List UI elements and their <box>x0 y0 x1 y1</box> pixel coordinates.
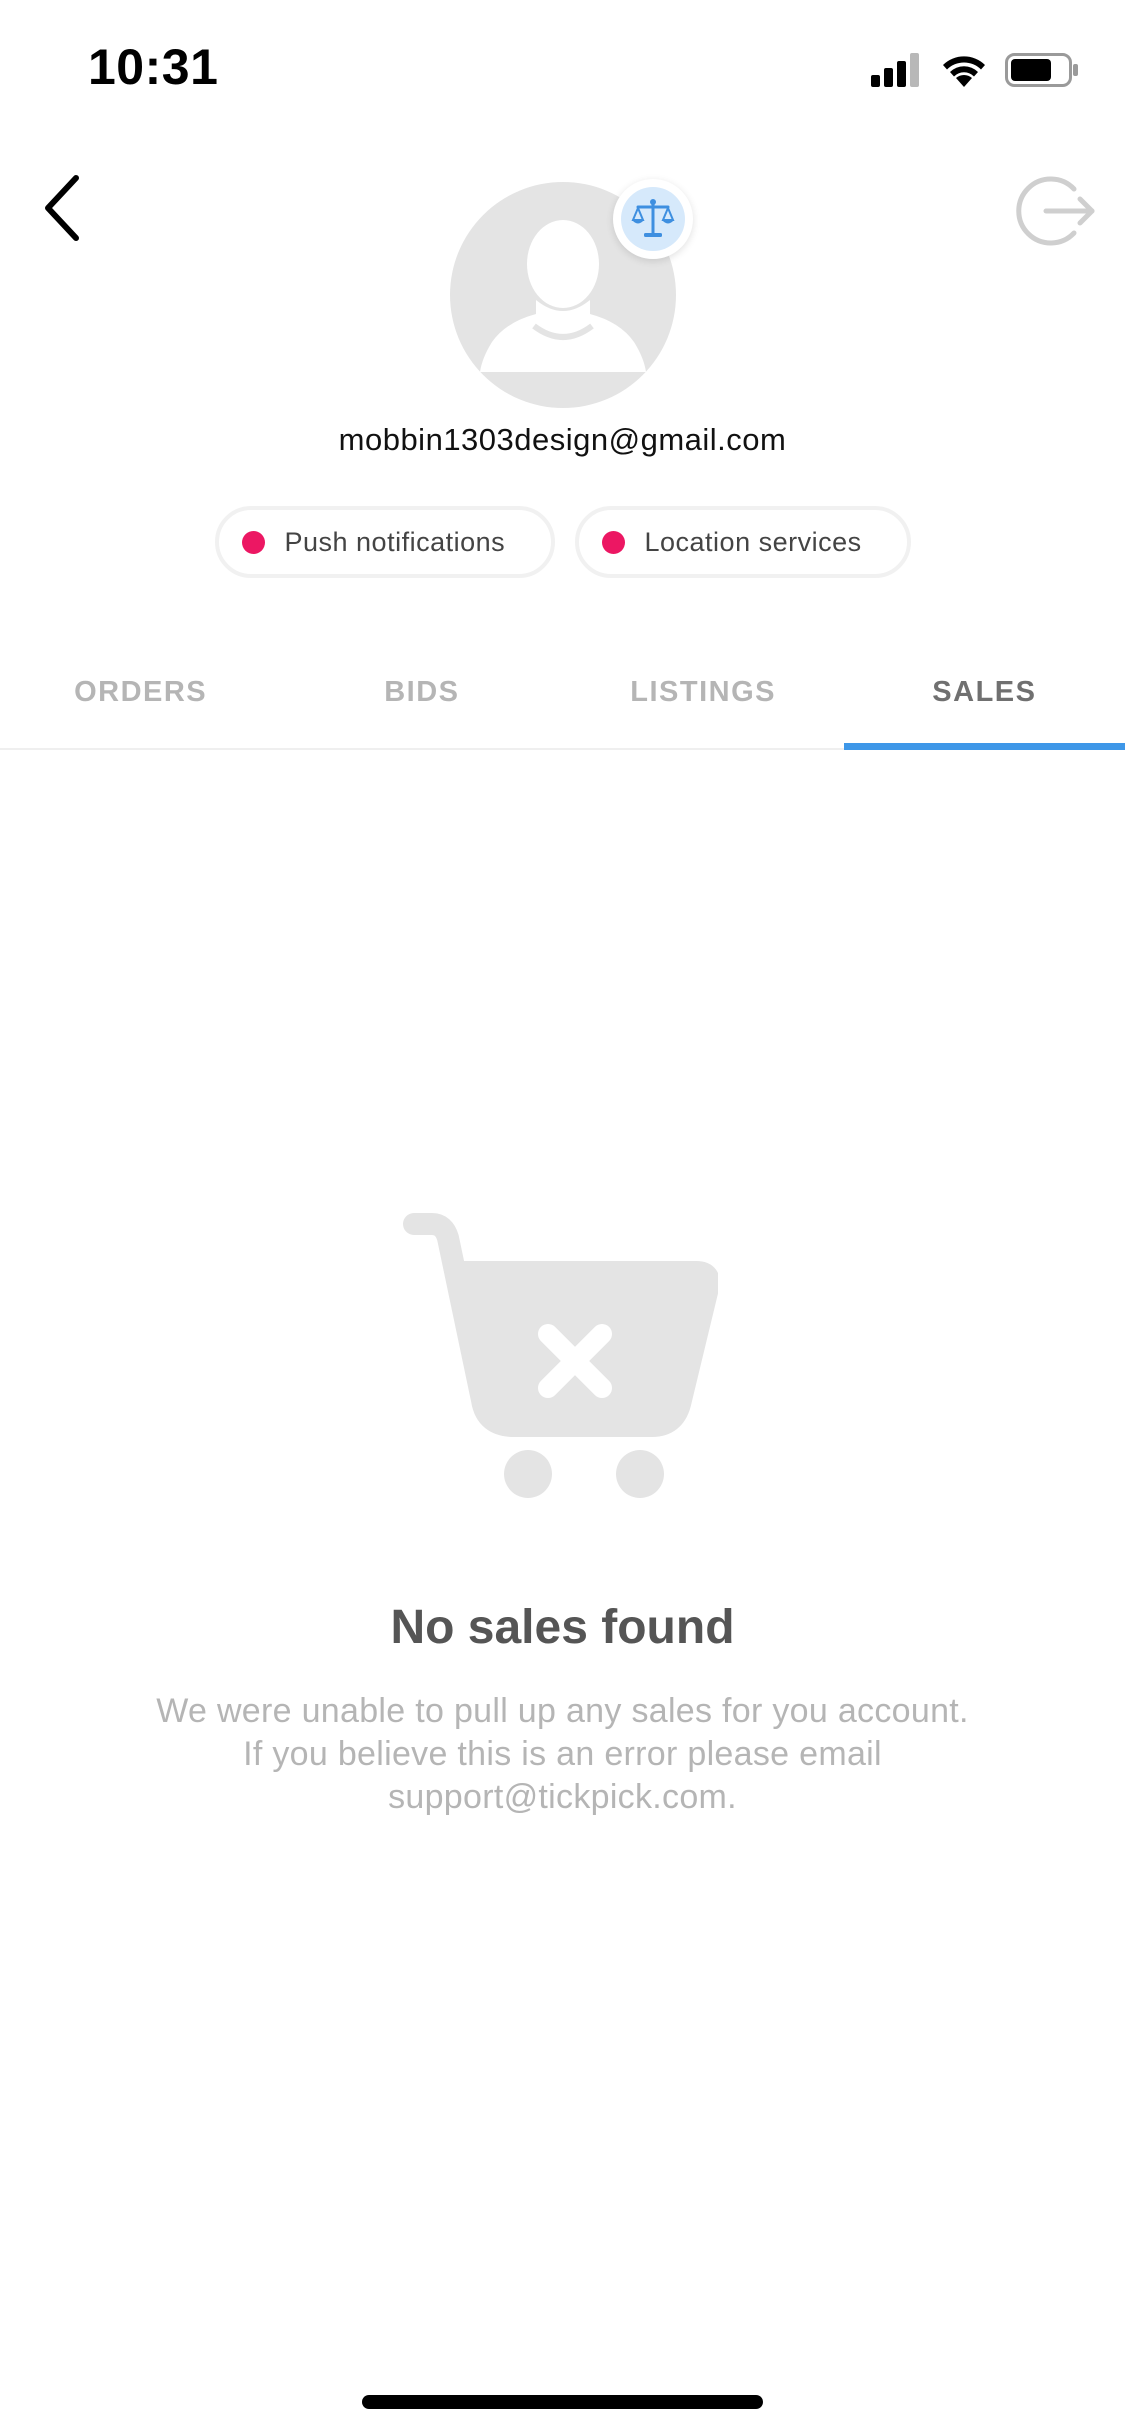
permission-chips: Push notifications Location services <box>0 506 1125 578</box>
chevron-left-icon <box>45 175 79 241</box>
tab-bar: ORDERS BIDS LISTINGS SALES <box>0 636 1125 750</box>
status-icons <box>871 48 1079 92</box>
cellular-signal-icon <box>871 53 919 87</box>
verified-badge <box>613 179 693 259</box>
status-time: 10:31 <box>88 39 219 95</box>
empty-state-title: No sales found <box>390 1601 735 1654</box>
logout-button[interactable] <box>1013 168 1099 254</box>
logout-icon <box>1016 176 1095 246</box>
battery-icon <box>1005 53 1078 87</box>
user-email: mobbin1303design@gmail.com <box>338 422 787 457</box>
push-notifications-chip[interactable]: Push notifications <box>214 506 555 578</box>
tab-orders[interactable]: ORDERS <box>0 636 281 748</box>
tab-sales[interactable]: SALES <box>843 636 1125 750</box>
empty-state-description: We were unable to pull up any sales for … <box>100 1690 1025 1819</box>
profile-screen: 10:31 mobbin1303design@gmail.com Push no… <box>0 0 1125 2436</box>
scales-icon <box>631 199 675 237</box>
tab-listings[interactable]: LISTINGS <box>563 636 844 748</box>
location-services-chip[interactable]: Location services <box>574 506 911 578</box>
status-dot <box>241 530 265 554</box>
chip-label: Push notifications <box>284 526 506 557</box>
back-button[interactable] <box>22 168 102 248</box>
chip-label: Location services <box>644 526 862 557</box>
support-email-link[interactable]: support@tickpick.com. <box>100 1776 1025 1819</box>
status-dot <box>601 530 625 554</box>
empty-cart-icon <box>403 1213 718 1498</box>
tab-bids[interactable]: BIDS <box>281 636 562 748</box>
empty-state-line: If you believe this is an error please e… <box>243 1735 882 1773</box>
empty-state-line: We were unable to pull up any sales for … <box>156 1692 969 1730</box>
home-indicator <box>362 2395 763 2409</box>
wifi-icon <box>943 56 985 87</box>
